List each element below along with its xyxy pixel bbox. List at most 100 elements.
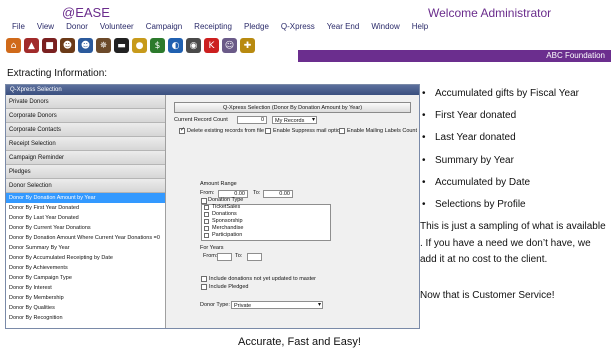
menu-item-donor[interactable]: Donor: [66, 22, 88, 36]
selection-form: Q-Xpress Selection (Donor By Donation Am…: [167, 95, 419, 328]
donation-type-label: Donation Type: [208, 197, 244, 203]
disc-icon[interactable]: ◉: [186, 38, 201, 53]
category-header[interactable]: Receipt Selection: [6, 137, 165, 151]
category-header[interactable]: Pledges: [6, 165, 165, 179]
qxpress-window: Q-Xpress Selection Private Donors Corpora…: [5, 84, 420, 329]
donation-type-item-label: Sponsorship: [212, 218, 243, 224]
amount-to-field[interactable]: 0.00: [263, 190, 293, 198]
feature-item: Accumulated by Date: [422, 175, 611, 197]
home-icon[interactable]: ⌂: [6, 38, 21, 53]
list-item[interactable]: Donor By Membership: [6, 293, 165, 303]
menu-item-campaign[interactable]: Campaign: [146, 22, 182, 36]
user-icon[interactable]: ☺: [222, 38, 237, 53]
donation-type-item-label: Participation: [212, 232, 243, 238]
menu-item-view[interactable]: View: [37, 22, 54, 36]
group-icon[interactable]: ☻: [78, 38, 93, 53]
menu-item-pledge[interactable]: Pledge: [244, 22, 269, 36]
toolbar: ⌂ ▲ ■ ☻ ☻ ✵ ▬ ● $ ◐ ◉ K ☺ ✚: [6, 38, 255, 53]
records-select[interactable]: My Records: [272, 116, 317, 124]
selection-list: Private Donors Corporate Donors Corporate …: [6, 95, 166, 328]
globe-icon[interactable]: ◐: [168, 38, 183, 53]
donation-type-item-checkbox[interactable]: [204, 219, 209, 224]
delete-existing-checkbox[interactable]: [179, 126, 185, 134]
donor-type-label: Donor Type:: [200, 302, 230, 308]
menu-item-window[interactable]: Window: [371, 22, 399, 36]
k-logo-icon[interactable]: K: [204, 38, 219, 53]
enable-mailing-label: Enable Mailing Labels Count: [347, 128, 418, 134]
window-title: Q-Xpress Selection: [6, 85, 419, 95]
record-count-field[interactable]: 0: [237, 116, 267, 124]
list-item[interactable]: Donor By Recognition: [6, 313, 165, 323]
list-item[interactable]: Donor By First Year Donated: [6, 203, 165, 213]
include-not-updated-checkbox[interactable]: [201, 276, 207, 282]
menu-item-year-end[interactable]: Year End: [327, 22, 360, 36]
category-header[interactable]: Donor Selection: [6, 179, 165, 193]
menu-bar: File View Donor Volunteer Campaign Receipting…: [12, 22, 440, 36]
list-item[interactable]: Donor By Achievements: [6, 263, 165, 273]
donation-type-item-checkbox[interactable]: [204, 205, 209, 210]
money-icon[interactable]: $: [150, 38, 165, 53]
hat-icon[interactable]: ▬: [114, 38, 129, 53]
category-header[interactable]: Corporate Donors: [6, 109, 165, 123]
enable-mailing-checkbox[interactable]: [339, 128, 345, 134]
app-header: @EASE Welcome Administrator File View Dono…: [0, 0, 611, 65]
menu-item-volunteer[interactable]: Volunteer: [100, 22, 134, 36]
include-pledged-label: Include Pledged: [209, 284, 249, 290]
donation-type-item-checkbox[interactable]: [204, 226, 209, 231]
amount-range-panel: Amount Range From: 0.00 To: 0.00 Donatio…: [193, 181, 343, 328]
briefcase-icon[interactable]: ■: [42, 38, 57, 53]
qxpress-selection-button[interactable]: Q-Xpress Selection (Donor By Donation Am…: [174, 102, 411, 113]
menu-item-q-xpress[interactable]: Q-Xpress: [281, 22, 315, 36]
menu-item-help[interactable]: Help: [412, 22, 428, 36]
people-icon[interactable]: ☻: [60, 38, 75, 53]
list-item[interactable]: Donor By Accumulated Receipting by Date: [6, 253, 165, 263]
org-bar: ABC Foundation: [298, 50, 611, 62]
list-item[interactable]: Donor By Interest: [6, 283, 165, 293]
donation-type-item-checkbox[interactable]: [204, 212, 209, 217]
sampling-paragraph: This is just a sampling of what is avail…: [420, 221, 606, 265]
list-item[interactable]: Donor By Last Year Donated: [6, 213, 165, 223]
enable-suppress-checkbox[interactable]: [265, 128, 271, 134]
feature-item: First Year donated: [422, 108, 611, 130]
app-brand: @EASE: [62, 5, 110, 20]
from-label: From:: [200, 190, 215, 196]
category-header[interactable]: Campaign Reminder: [6, 151, 165, 165]
donation-type-item[interactable]: Participation: [202, 232, 330, 240]
for-years-label: For Years: [200, 245, 224, 251]
caption: Accurate, Fast and Easy!: [238, 336, 361, 348]
ship-wheel-icon[interactable]: ✵: [96, 38, 111, 53]
org-name: ABC Foundation: [546, 51, 605, 60]
years-from-field[interactable]: [217, 253, 232, 261]
donation-type-list: TicketSales Donations Sponsorship Merchandi…: [201, 204, 331, 241]
delete-existing-label: Delete existing records from file: [187, 128, 265, 134]
record-count-label: Current Record Count: [174, 117, 228, 123]
category-header[interactable]: Private Donors: [6, 95, 165, 109]
donation-type-item-checkbox[interactable]: [204, 233, 209, 238]
include-not-updated-label: Include donations not yet updated to mas…: [209, 276, 317, 282]
menu-item-receipting[interactable]: Receipting: [194, 22, 232, 36]
list-item[interactable]: Donor By Donation Amount by Year: [6, 193, 165, 203]
list-item[interactable]: Donor By Qualities: [6, 303, 165, 313]
wrench-icon[interactable]: ✚: [240, 38, 255, 53]
donation-type-item-label: Donations: [212, 211, 237, 217]
category-header[interactable]: Corporate Contacts: [6, 123, 165, 137]
years-to-field[interactable]: [247, 253, 262, 261]
list-item[interactable]: Donor Summary By Year: [6, 243, 165, 253]
coins-icon[interactable]: ●: [132, 38, 147, 53]
feature-item: Accumulated gifts by Fiscal Year: [422, 86, 611, 108]
customer-service-text: Now that is Customer Service!: [420, 290, 555, 301]
list-item[interactable]: Donor By Campaign Type: [6, 273, 165, 283]
list-item[interactable]: Donor By Current Year Donations: [6, 223, 165, 233]
menu-item-file[interactable]: File: [12, 22, 25, 36]
donor-type-select[interactable]: Private: [231, 301, 323, 309]
years-from-label: From:: [203, 253, 218, 259]
list-item[interactable]: Donor By Donation Amount Where Current Y…: [6, 233, 165, 243]
amount-to-value: 0.00: [279, 191, 290, 197]
feature-list: Accumulated gifts by Fiscal YearFirst Ye…: [422, 86, 611, 219]
welcome-text: Welcome Administrator: [428, 6, 552, 20]
include-pledged-checkbox[interactable]: [201, 284, 207, 290]
amount-range-label: Amount Range: [200, 181, 237, 187]
years-to-label: To:: [235, 253, 243, 259]
school-icon[interactable]: ▲: [24, 38, 39, 53]
feature-item: Selections by Profile: [422, 197, 611, 219]
